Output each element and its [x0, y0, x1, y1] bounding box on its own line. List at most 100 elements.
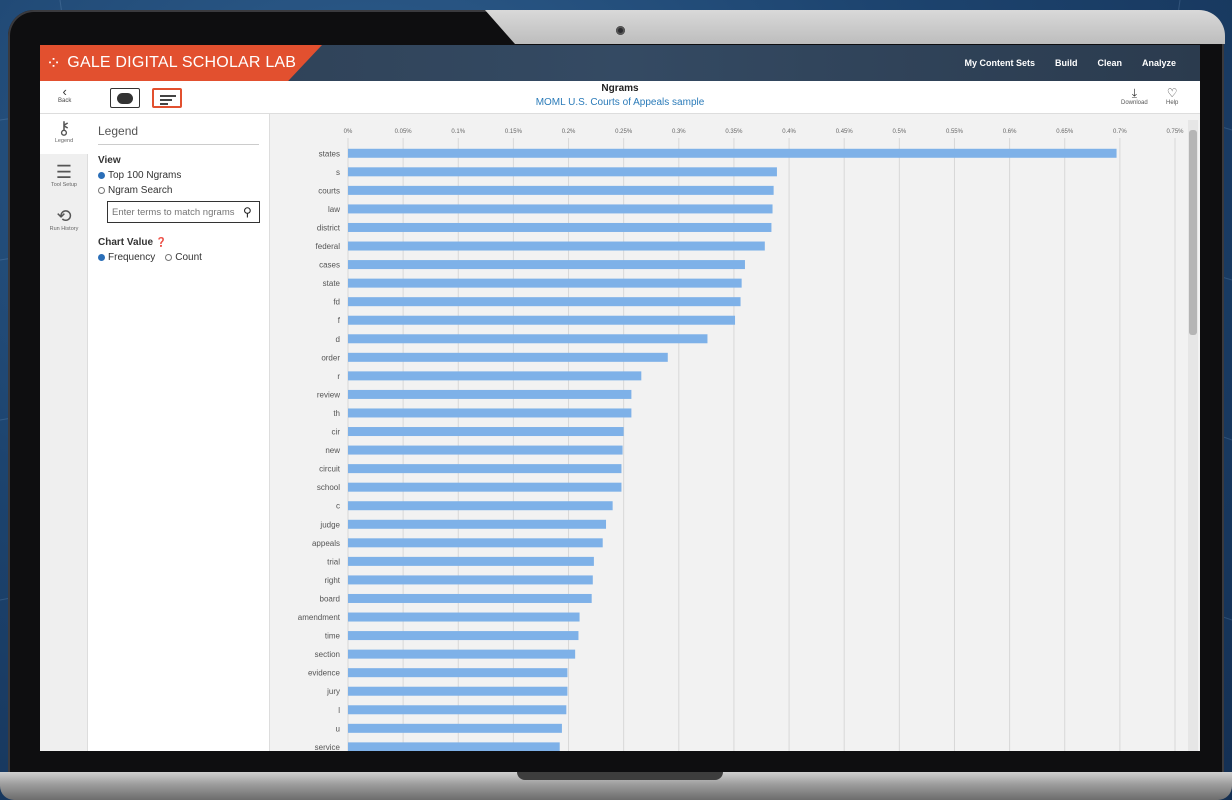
bar[interactable] — [348, 593, 592, 603]
y-category-label: f — [338, 316, 341, 325]
radio-selected-icon — [98, 254, 105, 261]
view-option-top-100[interactable]: Top 100 Ngrams — [98, 170, 259, 181]
bar[interactable] — [348, 668, 568, 678]
y-category-label: cases — [319, 261, 340, 270]
bar[interactable] — [348, 705, 567, 715]
nav-analyze[interactable]: Analyze — [1142, 58, 1176, 68]
bar[interactable] — [348, 631, 579, 641]
chart-scrollbar[interactable] — [1188, 120, 1198, 751]
ngram-search-input[interactable] — [112, 206, 240, 218]
bar[interactable] — [348, 538, 603, 548]
help-button[interactable]: ♡ Help — [1166, 87, 1179, 107]
x-tick-label: 0.6% — [1003, 129, 1017, 135]
bar[interactable] — [348, 445, 623, 455]
y-category-label: time — [325, 632, 341, 641]
bar[interactable] — [348, 408, 632, 418]
rail-label-tool-setup: Tool Setup — [51, 182, 77, 188]
bar[interactable] — [348, 612, 580, 622]
y-category-label: evidence — [308, 669, 341, 678]
bar[interactable] — [348, 427, 624, 437]
chart-value-frequency-label: Frequency — [108, 252, 156, 263]
rail-item-tool-setup[interactable]: ☰ Tool Setup — [40, 162, 88, 188]
x-tick-label: 0.25% — [615, 129, 633, 135]
y-category-label: order — [321, 353, 340, 362]
bar[interactable] — [348, 464, 622, 474]
radio-selected-icon — [98, 172, 105, 179]
bar[interactable] — [348, 148, 1117, 158]
bar[interactable] — [348, 167, 777, 177]
bar[interactable] — [348, 575, 593, 585]
bar[interactable] — [348, 315, 736, 325]
y-category-label: amendment — [298, 613, 341, 622]
y-category-label: l — [338, 706, 340, 715]
bar[interactable] — [348, 649, 576, 659]
ngram-bar-chart: 0% 0.05% 0.1% 0.15% 0.2% 0.25% 0.3% 0.35% 0.4% 0.… — [298, 129, 1184, 751]
bar[interactable] — [348, 260, 745, 270]
download-icon: ⤓ — [1131, 86, 1137, 100]
ngram-search-field: ⚲ — [107, 201, 260, 223]
y-category-label: states — [319, 149, 340, 158]
y-category-label: cir — [332, 428, 341, 437]
y-category-label: district — [317, 223, 341, 232]
nav-my-content-sets[interactable]: My Content Sets — [964, 58, 1035, 68]
y-category-label: fd — [333, 298, 340, 307]
bar[interactable] — [348, 482, 622, 492]
y-category-label: u — [336, 724, 340, 733]
x-tick-label: 0.4% — [782, 129, 796, 135]
chart-value-count[interactable]: Count — [165, 252, 202, 263]
y-category-label: review — [317, 390, 340, 399]
y-category-label: judge — [319, 520, 340, 529]
bar[interactable] — [348, 204, 773, 214]
bar[interactable] — [348, 241, 765, 251]
rail-label-legend: Legend — [54, 138, 74, 144]
chart-value-frequency[interactable]: Frequency — [98, 252, 155, 263]
rail-label-run-history: Run History — [49, 226, 79, 232]
bar[interactable] — [348, 297, 741, 307]
x-tick-label: 0.15% — [505, 129, 523, 135]
bar[interactable] — [348, 352, 668, 362]
y-category-label: circuit — [319, 465, 341, 474]
nav-build[interactable]: Build — [1055, 58, 1078, 68]
camera-icon — [616, 26, 625, 35]
download-label: Download — [1121, 100, 1148, 106]
chart-value-options: Frequency Count — [98, 248, 259, 263]
download-button[interactable]: ⤓ Download — [1121, 86, 1148, 107]
y-category-label: c — [336, 502, 340, 511]
bar[interactable] — [348, 519, 607, 529]
y-category-label: state — [323, 279, 341, 288]
view-option-ngram-search[interactable]: Ngram Search — [98, 185, 259, 196]
info-icon[interactable]: ❓ — [156, 237, 167, 247]
bar[interactable] — [348, 742, 560, 751]
bar[interactable] — [348, 222, 772, 232]
search-icon[interactable]: ⚲ — [243, 205, 252, 219]
gale-logo-icon: ⁘ — [46, 52, 62, 73]
tool-toolbar: ‹ Back Ngrams MOML U.S. Courts of Appeal… — [40, 81, 1200, 114]
y-category-label: courts — [318, 186, 340, 195]
content-set-name[interactable]: MOML U.S. Courts of Appeals sample — [40, 97, 1200, 108]
bar[interactable] — [348, 185, 774, 195]
rail-item-legend[interactable]: ⚷ Legend — [40, 114, 88, 154]
y-category-label: service — [315, 743, 341, 751]
scrollbar-thumb[interactable] — [1189, 130, 1197, 335]
bar[interactable] — [348, 389, 632, 399]
brand-logo[interactable]: ⁘ GALE DIGITAL SCHOLAR LAB — [40, 45, 322, 81]
y-category-label: right — [324, 576, 340, 585]
bar[interactable] — [348, 686, 568, 696]
rail-item-run-history[interactable]: ⟲ Run History — [40, 206, 88, 232]
bar[interactable] — [348, 334, 708, 344]
y-category-label: d — [336, 335, 340, 344]
legend-heading: Legend — [98, 124, 259, 145]
main-nav: My Content Sets Build Clean Analyze — [964, 45, 1176, 81]
help-label: Help — [1166, 100, 1179, 106]
nav-clean[interactable]: Clean — [1097, 58, 1122, 68]
radio-unselected-icon — [98, 187, 105, 194]
bar[interactable] — [348, 501, 613, 511]
bar[interactable] — [348, 278, 742, 288]
bar[interactable] — [348, 723, 562, 733]
chart-value-heading: Chart Value ❓ — [98, 237, 259, 248]
bar[interactable] — [348, 371, 642, 381]
y-category-label: school — [317, 483, 340, 492]
y-category-label: section — [315, 650, 340, 659]
bar[interactable] — [348, 556, 594, 566]
chart-value-label: Chart Value — [98, 237, 154, 248]
